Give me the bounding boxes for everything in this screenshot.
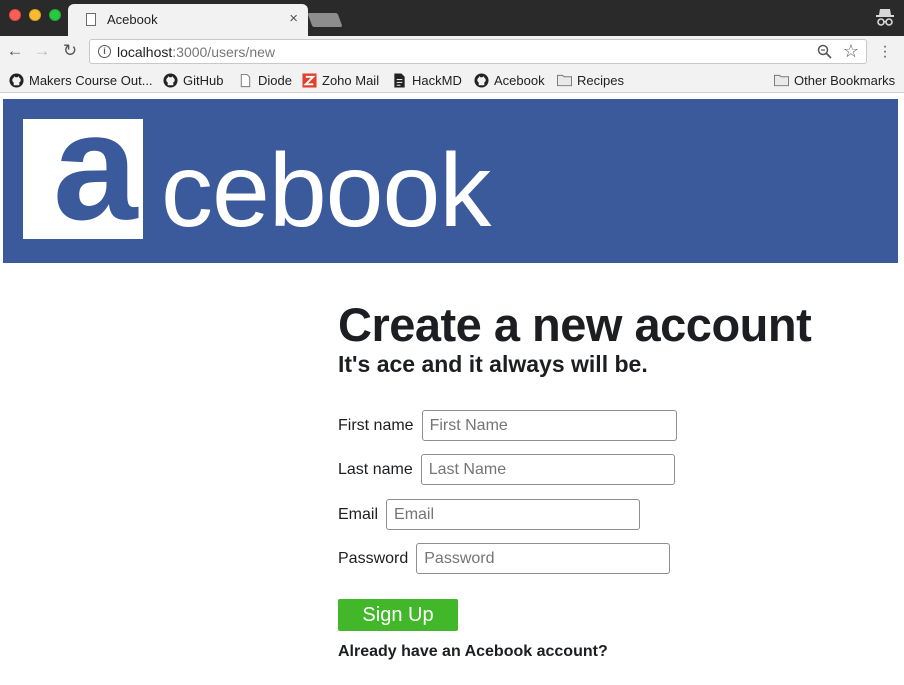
close-window-button[interactable] <box>9 9 21 21</box>
bookmark-github[interactable]: GitHub <box>163 71 223 89</box>
forward-arrow-icon[interactable]: → <box>32 41 52 61</box>
browser-tab[interactable]: Acebook × <box>68 4 308 36</box>
bookmark-hackmd[interactable]: HackMD <box>392 71 462 89</box>
bookmark-label: Zoho Mail <box>322 72 380 88</box>
page-icon <box>86 13 96 26</box>
bookmark-acebook[interactable]: Acebook <box>474 71 545 89</box>
document-icon <box>394 72 405 88</box>
header-banner: a cebook <box>3 99 898 263</box>
browser-menu-icon[interactable]: · · · <box>880 39 890 65</box>
github-icon <box>9 72 24 88</box>
bookmark-diode[interactable]: Diode <box>238 71 292 89</box>
tab-close-icon[interactable]: × <box>289 10 298 27</box>
folder-icon <box>774 74 789 86</box>
last-name-row: Last name <box>338 454 675 485</box>
url-text[interactable]: localhost:3000/users/new <box>117 44 275 60</box>
tab-title: Acebook <box>107 12 158 27</box>
other-bookmarks[interactable]: Other Bookmarks <box>774 71 895 89</box>
github-icon <box>474 72 489 88</box>
password-input[interactable] <box>416 543 671 574</box>
browser-toolbar: ← → ↻ i localhost:3000/users/new ☆ · · · <box>0 36 904 67</box>
window-titlebar: Acebook × <box>0 0 904 36</box>
new-tab-button[interactable] <box>307 13 343 27</box>
login-link[interactable]: Already have an Acebook account? <box>338 643 608 661</box>
minimize-window-button[interactable] <box>29 9 41 21</box>
bookmark-zoho-mail[interactable]: Zoho Mail <box>302 71 379 89</box>
first-name-input[interactable] <box>421 410 677 441</box>
first-name-label: First name <box>338 416 414 434</box>
bookmark-makers-course[interactable]: Makers Course Out... <box>9 71 153 89</box>
bookmark-label: Recipes <box>577 72 624 88</box>
bookmarks-bar: Makers Course Out... GitHub Diode Zoho M… <box>0 67 904 93</box>
other-bookmarks-label: Other Bookmarks <box>794 72 896 88</box>
brand-name: cebook <box>161 133 491 249</box>
signup-form: Create a new account It's ace and it alw… <box>338 298 878 660</box>
page-icon <box>240 73 251 87</box>
last-name-label: Last name <box>338 460 413 478</box>
email-label: Email <box>338 505 379 523</box>
zoom-icon[interactable] <box>817 44 832 59</box>
email-row: Email <box>338 499 641 530</box>
bookmark-star-icon[interactable]: ☆ <box>843 41 859 62</box>
first-name-row: First name <box>338 410 677 441</box>
info-icon[interactable]: i <box>98 45 111 58</box>
url-path: :3000/users/new <box>172 44 275 60</box>
reload-icon[interactable]: ↻ <box>60 41 80 61</box>
zoho-icon <box>302 72 317 88</box>
last-name-input[interactable] <box>420 454 675 485</box>
password-label: Password <box>338 549 409 567</box>
github-icon <box>163 72 178 88</box>
page-subtitle: It's ace and it always will be. <box>338 351 648 378</box>
bookmark-label: Diode <box>258 72 292 88</box>
logo: a <box>23 119 143 239</box>
logo-letter: a <box>53 119 138 239</box>
sign-up-button[interactable]: Sign Up <box>338 599 458 631</box>
incognito-icon <box>876 9 894 26</box>
bookmark-label: GitHub <box>183 72 224 88</box>
bookmark-label: Makers Course Out... <box>29 72 153 88</box>
password-row: Password <box>338 543 671 574</box>
back-arrow-icon[interactable]: ← <box>5 41 25 61</box>
page-title: Create a new account <box>338 298 812 351</box>
folder-icon <box>557 74 572 86</box>
bookmark-label: Acebook <box>494 72 545 88</box>
address-bar[interactable]: i localhost:3000/users/new ☆ <box>89 39 867 64</box>
url-host: localhost <box>117 44 173 60</box>
email-input[interactable] <box>386 499 641 530</box>
bookmark-recipes[interactable]: Recipes <box>557 71 624 89</box>
maximize-window-button[interactable] <box>49 9 61 21</box>
bookmark-label: HackMD <box>412 72 462 88</box>
